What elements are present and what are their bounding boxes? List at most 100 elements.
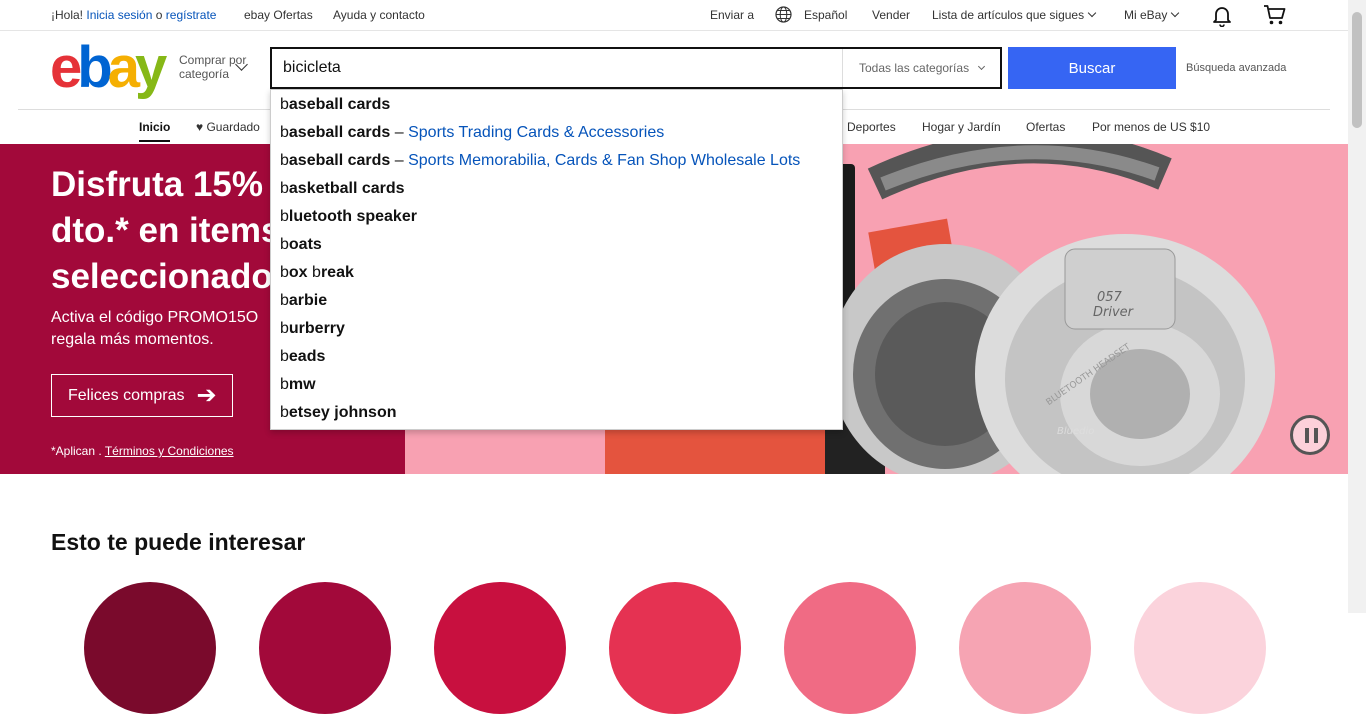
top-bar: ¡Hola! Inicia sesión o regístrate ebay O…: [0, 0, 1348, 31]
suggestion-item[interactable]: boats: [271, 234, 842, 262]
suggestion-prefix: b: [280, 180, 289, 197]
advanced-search-link[interactable]: Búsqueda avanzada: [1186, 62, 1286, 74]
suggestion-item[interactable]: baseball cards: [271, 94, 842, 122]
register-link[interactable]: regístrate: [166, 8, 217, 22]
search-button[interactable]: Buscar: [1008, 47, 1176, 89]
hero-cta-button[interactable]: Felices compras ➔: [51, 374, 233, 417]
language-select[interactable]: Español: [804, 8, 847, 22]
hero-cta-label: Felices compras: [68, 386, 185, 404]
ebay-logo[interactable]: ebay: [50, 39, 167, 97]
suggestion-completion: urberry: [288, 320, 345, 337]
suggestion-item[interactable]: basketball cards: [271, 178, 842, 206]
suggestion-completion: aseball cards: [288, 124, 391, 141]
scrollbar-thumb[interactable]: [1352, 12, 1362, 128]
suggestion-item[interactable]: baseball cards – Sports Trading Cards & …: [271, 122, 842, 150]
greeting-text: ¡Hola!: [51, 8, 84, 22]
watchlist-menu[interactable]: Lista de artículos que sigues: [932, 8, 1097, 22]
category-select-label: Todas las categorías: [859, 61, 970, 75]
bell-icon[interactable]: [1212, 5, 1232, 30]
nav-saved-label: Guardado: [206, 120, 260, 134]
headphone-brand: Bluedio: [1057, 426, 1094, 437]
suggestion-prefix: b: [280, 348, 289, 365]
category-circle[interactable]: [609, 582, 741, 714]
my-ebay-label: Mi eBay: [1124, 8, 1168, 22]
suggestion-prefix: b: [280, 124, 289, 141]
suggestion-completion: etsey johnson: [288, 404, 397, 421]
arrow-right-icon: ➔: [196, 381, 217, 409]
shop-by-category-line2: categoría: [179, 67, 230, 81]
suggestion-completion: oats: [288, 236, 322, 253]
chevron-down-icon: [1087, 8, 1097, 18]
nav-home[interactable]: Inicio: [139, 120, 171, 142]
terms-prefix: *Aplican .: [51, 444, 102, 458]
suggestion-separator: –: [390, 124, 409, 141]
nav-deportes[interactable]: Deportes: [847, 120, 896, 134]
nav-under-10[interactable]: Por menos de US $10: [1092, 120, 1210, 134]
search-input[interactable]: [283, 58, 833, 78]
suggestion-prefix: b: [280, 96, 289, 113]
suggestion-item[interactable]: burberry: [271, 318, 842, 346]
ship-to[interactable]: Enviar a: [710, 8, 754, 22]
signin-link[interactable]: Inicia sesión: [86, 8, 152, 22]
category-select[interactable]: Todas las categorías: [842, 49, 1002, 87]
suggestion-prefix: b: [280, 320, 289, 337]
watchlist-label: Lista de artículos que sigues: [932, 8, 1085, 22]
suggestion-completion: luetooth speaker: [288, 208, 417, 225]
suggestion-item[interactable]: box break: [271, 262, 842, 290]
headphone-label-1: 057: [1097, 290, 1123, 305]
suggestion-completion: ox: [288, 264, 313, 281]
suggestion-separator: –: [390, 152, 409, 169]
suggestion-item[interactable]: bmw: [271, 374, 842, 402]
suggestion-prefix: b: [280, 404, 289, 421]
suggestion-prefix: b: [280, 236, 289, 253]
deals-link[interactable]: ebay Ofertas: [244, 8, 313, 22]
nav-saved[interactable]: ♥ Guardado: [196, 120, 260, 134]
suggestion-completion: arbie: [288, 292, 328, 309]
heart-icon: ♥: [196, 120, 204, 134]
section-title: Esto te puede interesar: [51, 529, 306, 555]
suggestion-completion: mw: [288, 376, 316, 393]
suggestion-prefix: b: [280, 264, 289, 281]
category-circle[interactable]: [434, 582, 566, 714]
suggestion-category: Sports Memorabilia, Cards & Fan Shop Who…: [408, 152, 801, 169]
suggestion-completion: asketball cards: [288, 180, 405, 197]
greeting: ¡Hola! Inicia sesión o regístrate: [51, 8, 216, 22]
suggestion-category: Sports Trading Cards & Accessories: [408, 124, 665, 141]
suggestion-completion: reak: [320, 264, 354, 281]
help-link[interactable]: Ayuda y contacto: [333, 8, 425, 22]
suggestion-prefix: b: [280, 208, 289, 225]
hero-terms: *Aplican . Términos y Condiciones: [51, 444, 234, 458]
category-circle[interactable]: [784, 582, 916, 714]
shop-by-category[interactable]: Comprar por categoría: [179, 53, 246, 81]
pause-icon[interactable]: [1290, 415, 1330, 455]
scrollbar[interactable]: [1348, 0, 1366, 613]
suggestion-prefix: b: [280, 376, 289, 393]
my-ebay-menu[interactable]: Mi eBay: [1124, 8, 1180, 22]
search-suggestions: baseball cards baseball cards – Sports Tr…: [270, 89, 843, 430]
sell-link[interactable]: Vender: [872, 8, 910, 22]
suggestion-completion: aseball cards: [288, 96, 391, 113]
suggestion-completion: eads: [288, 348, 326, 365]
search-bar: Todas las categorías: [270, 47, 1002, 89]
category-circle[interactable]: [84, 582, 216, 714]
suggestion-item[interactable]: baseball cards – Sports Memorabilia, Car…: [271, 150, 842, 178]
headphone-label-2: Driver: [1093, 305, 1135, 320]
suggestion-prefix: b: [280, 152, 289, 169]
suggestion-prefix: b: [312, 264, 321, 281]
nav-hogar-jardin[interactable]: Hogar y Jardín: [922, 120, 1001, 134]
category-circle[interactable]: [259, 582, 391, 714]
suggestion-item[interactable]: beads: [271, 346, 842, 374]
category-circle[interactable]: [959, 582, 1091, 714]
suggestion-item[interactable]: barbie: [271, 290, 842, 318]
suggestion-item[interactable]: bluetooth speaker: [271, 206, 842, 234]
category-circle[interactable]: [1134, 582, 1266, 714]
suggestion-prefix: b: [280, 292, 289, 309]
suggestion-item[interactable]: betsey johnson: [271, 402, 842, 430]
cart-icon[interactable]: [1263, 4, 1287, 29]
chevron-down-icon: [978, 62, 986, 71]
terms-link[interactable]: Términos y Condiciones: [105, 444, 234, 458]
suggestion-completion: aseball cards: [288, 152, 391, 169]
chevron-down-icon: [1171, 8, 1180, 18]
globe-icon[interactable]: [775, 6, 792, 26]
nav-ofertas[interactable]: Ofertas: [1026, 120, 1065, 134]
